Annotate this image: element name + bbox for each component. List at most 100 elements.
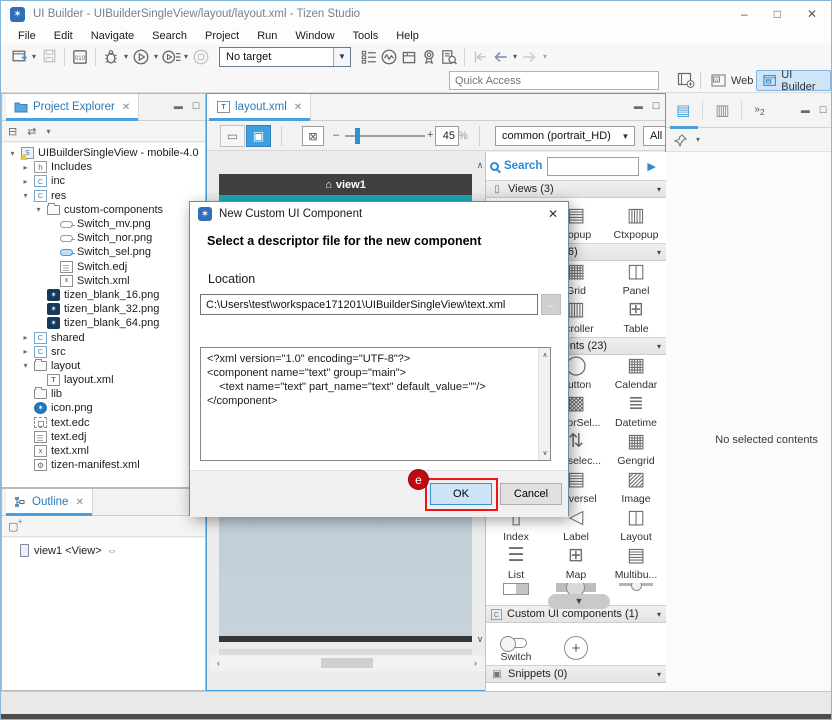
collapse-all-icon[interactable]: ⊟ <box>8 125 17 138</box>
tree-twistie-icon[interactable] <box>21 361 30 370</box>
search-go-icon[interactable]: ▶ <box>647 160 655 173</box>
tree-item[interactable]: src <box>2 345 205 359</box>
pin-icon[interactable] <box>674 133 688 147</box>
palette-item[interactable] <box>606 583 666 605</box>
menu-item[interactable]: Project <box>196 30 248 42</box>
minimize-button[interactable]: – <box>741 7 748 21</box>
section-collapse-icon[interactable]: ▾ <box>657 610 661 619</box>
target-select-arrow-icon[interactable]: ▼ <box>333 48 350 66</box>
section-collapse-icon[interactable]: ▾ <box>657 185 661 194</box>
back-dropdown[interactable]: ▾ <box>510 52 520 61</box>
dialog-close-icon[interactable]: ✕ <box>548 207 560 221</box>
tree-twistie-icon[interactable] <box>34 205 43 214</box>
tree-item[interactable]: tizen_blank_16.png <box>2 288 205 302</box>
tree-item[interactable]: res <box>2 189 205 203</box>
tab-close-icon[interactable]: ✕ <box>122 102 130 113</box>
back-icon[interactable] <box>490 47 510 67</box>
palette-item[interactable]: List <box>486 545 546 583</box>
new-wizard-dropdown[interactable]: ▾ <box>29 52 39 61</box>
tree-twistie-icon[interactable] <box>21 177 30 186</box>
menu-item[interactable]: Edit <box>45 30 82 42</box>
hscroll-thumb[interactable] <box>321 658 373 668</box>
tree-item[interactable]: Switch.xml <box>2 274 205 288</box>
palette-search-input[interactable] <box>547 157 639 176</box>
view-menu-icon[interactable]: ▾ <box>46 127 50 136</box>
tree-twistie-icon[interactable] <box>21 191 30 200</box>
certificate-icon[interactable] <box>419 47 439 67</box>
quick-access-input[interactable] <box>449 71 659 90</box>
zoom-value-input[interactable]: 45 <box>435 126 459 146</box>
tab-properties-icon[interactable]: ▤ <box>676 101 690 119</box>
tree-item[interactable]: lib <box>2 387 205 401</box>
tree-item[interactable]: layout <box>2 359 205 373</box>
scroll-left-icon[interactable]: ‹ <box>209 658 220 668</box>
scroll-up-icon[interactable]: ∧ <box>539 351 551 359</box>
tree-item[interactable]: text.edc <box>2 416 205 430</box>
package-icon[interactable] <box>399 47 419 67</box>
zoom-in-icon[interactable]: + <box>427 129 433 141</box>
forward-icon[interactable] <box>520 47 540 67</box>
descriptor-xml-textarea[interactable]: <?xml version="1.0" encoding="UTF-8"?><c… <box>200 347 551 461</box>
section-collapse-icon[interactable]: ▾ <box>657 670 661 679</box>
source-view-toggle[interactable]: ▭ <box>220 125 245 147</box>
palette-scroll-down-icon[interactable]: ▼ <box>548 594 610 609</box>
scroll-right-icon[interactable]: › <box>474 658 477 668</box>
run-icon[interactable] <box>131 47 151 67</box>
zoom-out-icon[interactable]: – <box>333 129 339 141</box>
web-perspective-button[interactable]: W Web <box>704 70 760 91</box>
tree-item[interactable]: tizen_blank_64.png <box>2 316 205 330</box>
dynamic-analyzer-icon[interactable] <box>379 47 399 67</box>
palette-item[interactable]: Map <box>546 545 606 583</box>
palette-item[interactable]: Multibu... <box>606 545 666 583</box>
palette-item[interactable]: Calendar <box>606 355 666 393</box>
tree-item[interactable]: inc <box>2 174 205 188</box>
fit-to-screen-icon[interactable]: ⊠ <box>302 126 324 146</box>
browse-button[interactable]: ... <box>541 294 561 315</box>
tree-item[interactable]: Switch_nor.png <box>2 231 205 245</box>
run-dropdown[interactable]: ▾ <box>151 52 161 61</box>
palette-section-header[interactable]: Views (3) ▾ <box>486 180 666 198</box>
tab-project-explorer[interactable]: Project Explorer ✕ <box>6 94 139 120</box>
tree-item[interactable]: Switch_sel.png <box>2 245 205 259</box>
maximize-button[interactable]: □ <box>774 7 781 21</box>
menu-item[interactable]: Help <box>387 30 428 42</box>
new-page-icon[interactable]: ▢+ <box>8 520 18 533</box>
palette-item[interactable] <box>486 583 546 605</box>
tab-outline[interactable]: Outline ✕ <box>6 489 93 515</box>
palette-item[interactable]: Layout <box>606 507 666 545</box>
profile-dropdown[interactable]: ▾ <box>181 52 191 61</box>
minimize-view-icon[interactable]: ▬ <box>174 101 183 112</box>
palette-item[interactable]: Datetime <box>606 393 666 431</box>
resolution-select-arrow-icon[interactable]: ▼ <box>617 127 634 145</box>
tree-item[interactable]: tizen-manifest.xml <box>2 458 205 472</box>
scroll-down-icon[interactable]: ∨ <box>539 449 551 457</box>
binary-package-icon[interactable]: 010 <box>70 47 90 67</box>
tree-item[interactable]: Switch_mv.png <box>2 217 205 231</box>
menu-item[interactable]: Tools <box>344 30 388 42</box>
tree-item[interactable]: UIBuilderSingleView - mobile-4.0 <box>2 146 205 160</box>
debug-dropdown[interactable]: ▾ <box>121 52 131 61</box>
minimize-view-icon[interactable]: ▬ <box>634 101 643 112</box>
tree-twistie-icon[interactable] <box>21 163 30 172</box>
palette-item[interactable]: Image <box>606 469 666 507</box>
tree-item[interactable]: tizen_blank_32.png <box>2 302 205 316</box>
section-collapse-icon[interactable]: ▾ <box>657 342 661 351</box>
tab-layout-xml[interactable]: layout.xml ✕ <box>209 94 311 120</box>
cancel-button[interactable]: Cancel <box>500 483 562 505</box>
tree-item[interactable]: Includes <box>2 160 205 174</box>
tree-item[interactable]: text.edj <box>2 430 205 444</box>
debug-icon[interactable] <box>101 47 121 67</box>
menu-item[interactable]: Window <box>286 30 343 42</box>
link-editor-icon[interactable]: ⇄ <box>27 125 36 138</box>
palette-item[interactable]: Panel <box>606 261 666 299</box>
save-icon[interactable] <box>39 47 59 67</box>
maximize-view-icon[interactable]: ☐ <box>819 105 827 116</box>
menu-item[interactable]: Navigate <box>82 30 143 42</box>
menu-item[interactable]: Run <box>248 30 286 42</box>
textarea-scrollbar[interactable]: ∧ ∨ <box>538 348 550 460</box>
menu-item[interactable]: File <box>9 30 45 42</box>
stop-icon[interactable] <box>191 47 211 67</box>
view-list-icon[interactable] <box>359 47 379 67</box>
palette-item[interactable]: Gengrid <box>606 431 666 469</box>
outline-item-view1[interactable]: view1 <View> ⇔ <box>2 538 205 557</box>
